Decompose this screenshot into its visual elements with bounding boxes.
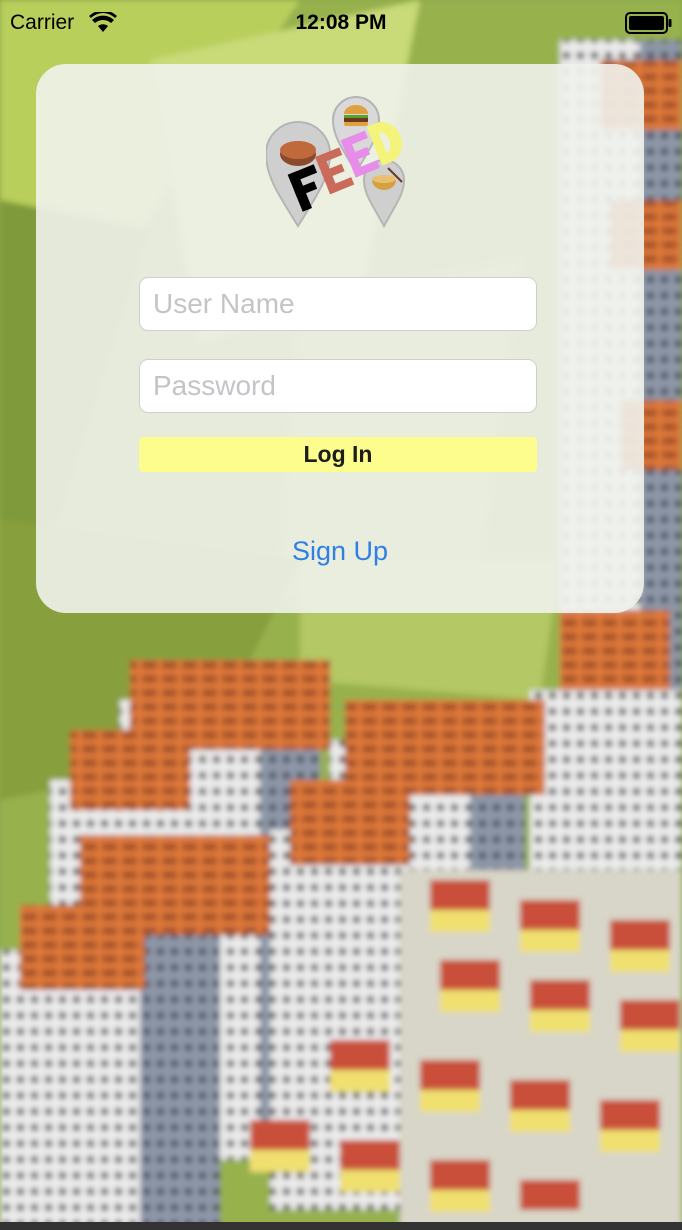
feed-logo bbox=[264, 86, 414, 230]
signup-button[interactable]: Sign Up bbox=[36, 534, 644, 568]
status-bar: Carrier 12:08 PM bbox=[0, 0, 682, 46]
password-input[interactable] bbox=[139, 359, 537, 413]
clock-time: 12:08 PM bbox=[295, 11, 387, 34]
username-input[interactable] bbox=[139, 277, 537, 331]
battery-icon bbox=[625, 11, 673, 35]
login-button[interactable]: Log In bbox=[139, 437, 537, 472]
login-card: Log In Sign Up bbox=[36, 64, 644, 613]
